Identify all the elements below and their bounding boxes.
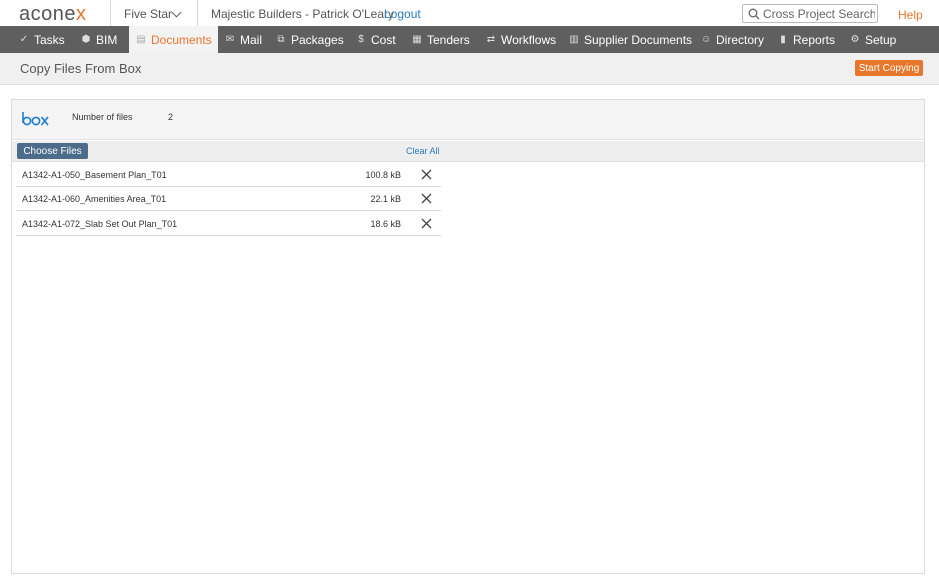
file-name: A1342-A1-072_Slab Set Out Plan_T01 bbox=[22, 219, 178, 229]
choose-files-button[interactable]: Choose Files bbox=[17, 143, 88, 159]
nav-mail[interactable]: ✉ Mail bbox=[225, 26, 262, 53]
cube-icon: ⬢ bbox=[81, 33, 91, 45]
top-bar: aconex Five Star Majestic Builders - Pat… bbox=[0, 0, 939, 26]
nav-tasks[interactable]: ✓ Tasks bbox=[19, 26, 65, 53]
dollar-icon: $ bbox=[358, 33, 364, 45]
divider bbox=[197, 0, 198, 26]
nav-setup[interactable]: ⚙ Setup bbox=[850, 26, 897, 53]
user-name: Majestic Builders - Patrick O'Leary bbox=[211, 7, 395, 21]
packages-icon: ⧉ bbox=[277, 33, 285, 45]
aconex-logo[interactable]: aconex bbox=[19, 3, 87, 26]
nav-reports[interactable]: ▮ Reports bbox=[778, 26, 835, 53]
chevron-down-icon[interactable] bbox=[171, 7, 182, 18]
search-icon bbox=[748, 8, 760, 20]
start-copying-button[interactable]: Start Copying bbox=[855, 60, 923, 76]
bar-chart-icon: ▮ bbox=[780, 33, 786, 45]
nav-directory[interactable]: ☺ Directory bbox=[701, 26, 764, 53]
envelope-icon: ✉ bbox=[225, 33, 235, 45]
number-of-files-label: Number of files bbox=[72, 112, 133, 122]
close-icon[interactable] bbox=[421, 193, 432, 204]
check-icon: ✓ bbox=[19, 33, 29, 45]
workflow-icon: ⇄ bbox=[486, 33, 496, 45]
logout-link[interactable]: Logout bbox=[384, 7, 421, 21]
close-icon[interactable] bbox=[421, 218, 432, 229]
box-logo bbox=[22, 112, 49, 126]
nav-cost[interactable]: $ Cost bbox=[356, 26, 395, 53]
nav-tenders[interactable]: ▦ Tenders bbox=[412, 26, 469, 53]
nav-workflows[interactable]: ⇄ Workflows bbox=[486, 26, 556, 53]
tender-icon: ▦ bbox=[412, 33, 422, 45]
number-of-files-value: 2 bbox=[168, 112, 174, 122]
file-toolbar: Choose Files Clear All bbox=[12, 141, 924, 162]
box-panel: Number of files 2 Choose Files Clear All… bbox=[11, 99, 925, 574]
file-size: 100.8 kB bbox=[365, 170, 401, 180]
file-name: A1342-A1-060_Amenities Area_T01 bbox=[22, 194, 167, 204]
building-icon: ▥ bbox=[569, 33, 579, 45]
nav-supplier-documents[interactable]: ▥ Supplier Documents bbox=[569, 26, 692, 53]
page-title: Copy Files From Box bbox=[20, 61, 142, 76]
divider bbox=[110, 0, 111, 26]
search-input[interactable] bbox=[763, 6, 875, 22]
gear-icon: ⚙ bbox=[850, 33, 860, 45]
help-link[interactable]: Help bbox=[898, 8, 923, 22]
people-icon: ☺ bbox=[701, 33, 712, 45]
page-header: Copy Files From Box Start Copying bbox=[0, 53, 939, 85]
nav-packages[interactable]: ⧉ Packages bbox=[276, 26, 343, 53]
file-row: A1342-A1-050_Basement Plan_T01 100.8 kB bbox=[16, 163, 441, 187]
close-icon[interactable] bbox=[421, 169, 432, 180]
project-select[interactable]: Five Star bbox=[124, 7, 172, 21]
document-icon: ▤ bbox=[136, 33, 146, 45]
panel-header: Number of files 2 bbox=[12, 100, 924, 140]
nav-bim[interactable]: ⬢ BIM bbox=[81, 26, 118, 53]
file-name: A1342-A1-050_Basement Plan_T01 bbox=[22, 170, 167, 180]
file-row: A1342-A1-072_Slab Set Out Plan_T01 18.6 … bbox=[16, 211, 441, 236]
clear-all-link[interactable]: Clear All bbox=[406, 146, 440, 156]
file-row: A1342-A1-060_Amenities Area_T01 22.1 kB bbox=[16, 187, 441, 211]
nav-documents[interactable]: ▤ Documents bbox=[129, 26, 218, 53]
file-size: 18.6 kB bbox=[370, 219, 401, 229]
cross-project-search[interactable] bbox=[742, 4, 878, 23]
main-nav: ✓ Tasks ⬢ BIM ▤ Documents ✉ Mail ⧉ Packages $… bbox=[0, 26, 939, 53]
file-size: 22.1 kB bbox=[370, 194, 401, 204]
